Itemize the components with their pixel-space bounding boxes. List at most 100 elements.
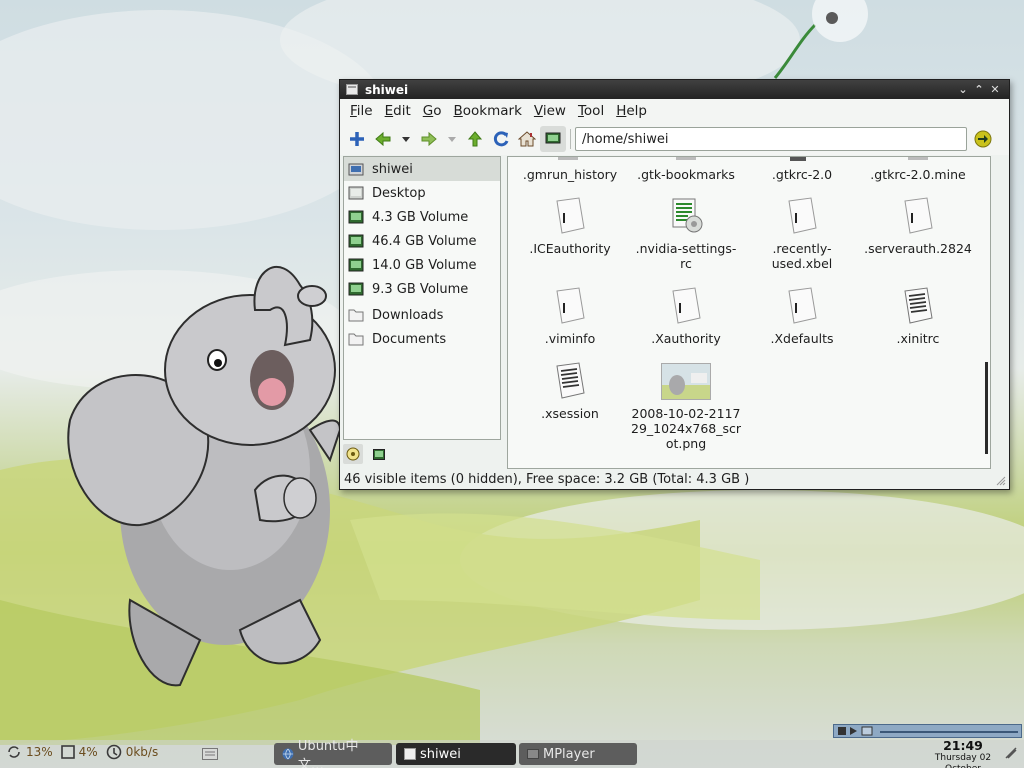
file-item[interactable]: .gtk-bookmarks [628, 167, 744, 182]
file-label: .serverauth.2824 [864, 241, 972, 256]
window-title: shiwei [365, 82, 409, 97]
keyboard-icon[interactable] [202, 748, 218, 760]
file-icon [556, 197, 585, 234]
places-sidebar: shiwei Desktop 4.3 GB Volume 46.4 GB Vol… [343, 156, 501, 440]
mplayer-control-bar[interactable] [833, 724, 1022, 738]
text-file-icon [556, 362, 585, 399]
file-label-line3: ot.png [665, 436, 707, 451]
menu-go[interactable]: Go [417, 103, 448, 119]
computer-button[interactable] [540, 126, 566, 152]
sidebar-item-volume-9-3[interactable]: 9.3 GB Volume [344, 277, 500, 301]
sidebar-item-label: Downloads [372, 307, 444, 323]
menu-bookmark[interactable]: Bookmark [448, 103, 528, 119]
forward-history-dropdown[interactable] [442, 126, 462, 152]
task-label: MPlayer [543, 746, 595, 762]
file-label: .viminfo [544, 331, 596, 346]
tray-icon[interactable] [1004, 746, 1018, 760]
file-label: .gmrun_history [522, 167, 618, 182]
settings-file-icon [672, 198, 703, 233]
menu-file[interactable]: File [344, 103, 379, 119]
scrollbar-thumb[interactable] [985, 362, 988, 454]
file-item[interactable]: .gtkrc-2.0 [744, 167, 860, 182]
sidebar-item-desktop[interactable]: Desktop [344, 181, 500, 205]
file-item[interactable]: .ICEauthority [512, 197, 628, 256]
minimize-button[interactable]: ⌄ [955, 83, 971, 96]
places-view-button[interactable] [343, 444, 363, 464]
file-label: .ICEauthority [529, 241, 611, 256]
sidebar-item-shiwei[interactable]: shiwei [344, 157, 500, 181]
sidebar-item-documents[interactable]: Documents [344, 327, 500, 351]
close-button[interactable]: ✕ [987, 83, 1003, 96]
panel-clock[interactable]: 21:49 Thursday 02 October [918, 739, 1008, 768]
text-file-icon [904, 287, 933, 324]
path-input[interactable] [575, 127, 967, 151]
window-titlebar[interactable]: shiwei ⌄ ⌃ ✕ [340, 80, 1009, 99]
new-tab-button[interactable] [344, 126, 370, 152]
tree-view-button[interactable] [369, 444, 389, 464]
file-label: .xinitrc [896, 331, 940, 346]
partial-file-icon [790, 157, 806, 161]
sidebar-item-label: Documents [372, 331, 447, 347]
places-icon [346, 447, 360, 461]
image-thumbnail-icon [661, 363, 711, 400]
media-controls-icon[interactable] [836, 725, 876, 737]
file-icon [788, 197, 817, 234]
file-label: .gtkrc-2.0 [771, 167, 833, 182]
file-label: .nvidia-settings- [635, 241, 737, 256]
back-history-dropdown[interactable] [396, 126, 416, 152]
forward-button[interactable] [416, 126, 442, 152]
sidebar-item-downloads[interactable]: Downloads [344, 303, 500, 327]
partial-file-icon [908, 157, 928, 160]
file-label: .gtk-bookmarks [637, 167, 735, 182]
menu-tool[interactable]: Tool [572, 103, 610, 119]
file-item[interactable]: .serverauth.2824 [860, 197, 976, 256]
menu-view[interactable]: View [528, 103, 572, 119]
menu-bar: File Edit Go Bookmark View Tool Help [340, 99, 1009, 123]
task-shiwei[interactable]: shiwei [396, 743, 516, 765]
menu-help[interactable]: Help [610, 103, 653, 119]
file-item[interactable]: .xsession [512, 362, 628, 421]
home-icon [518, 131, 536, 147]
up-button[interactable] [462, 126, 488, 152]
home-folder-icon [348, 163, 364, 176]
sidebar-item-label: shiwei [372, 161, 413, 177]
sidebar-item-label: 46.4 GB Volume [372, 233, 477, 249]
file-icon [556, 287, 585, 324]
cpu-usage: 13% [26, 745, 53, 759]
go-icon [974, 130, 992, 148]
home-button[interactable] [514, 126, 540, 152]
sidebar-item-label: 9.3 GB Volume [372, 281, 469, 297]
file-item[interactable]: .gmrun_history [512, 167, 628, 182]
back-icon [375, 131, 391, 147]
file-item[interactable]: .viminfo [512, 287, 628, 346]
back-button[interactable] [370, 126, 396, 152]
file-item[interactable]: .nvidia-settings- rc [628, 197, 744, 271]
file-item[interactable]: .Xdefaults [744, 287, 860, 346]
computer-icon [545, 132, 561, 144]
drive-icon [348, 258, 364, 272]
file-item[interactable]: .gtkrc-2.0.mine [860, 167, 976, 182]
forward-dropdown-icon [448, 137, 456, 142]
file-item[interactable]: .Xauthority [628, 287, 744, 346]
toolbar-separator [570, 129, 571, 149]
go-button[interactable] [971, 127, 995, 151]
mplayer-seek-bar[interactable] [880, 731, 1018, 733]
folder-icon [348, 333, 364, 346]
sidebar-item-volume-4-3[interactable]: 4.3 GB Volume [344, 205, 500, 229]
sidebar-item-volume-46-4[interactable]: 46.4 GB Volume [344, 229, 500, 253]
globe-icon [282, 748, 294, 760]
file-item[interactable]: .recently- used.xbel [744, 197, 860, 271]
reload-button[interactable] [488, 126, 514, 152]
file-manager-icon [404, 748, 416, 760]
desktop-icon [348, 186, 364, 200]
maximize-button[interactable]: ⌃ [971, 83, 987, 96]
resize-grip-icon[interactable] [996, 476, 1006, 486]
file-icon [788, 287, 817, 324]
clock-date: Thursday 02 October [934, 753, 992, 768]
sidebar-item-volume-14-0[interactable]: 14.0 GB Volume [344, 253, 500, 277]
task-mplayer[interactable]: MPlayer [519, 743, 637, 765]
task-ubuntu-browser[interactable]: Ubuntu中文… [274, 739, 392, 768]
file-item[interactable]: 2008-10-02-2117 29_1024x768_scr ot.png [628, 363, 744, 451]
file-item[interactable]: .xinitrc [860, 287, 976, 346]
menu-edit[interactable]: Edit [379, 103, 417, 119]
